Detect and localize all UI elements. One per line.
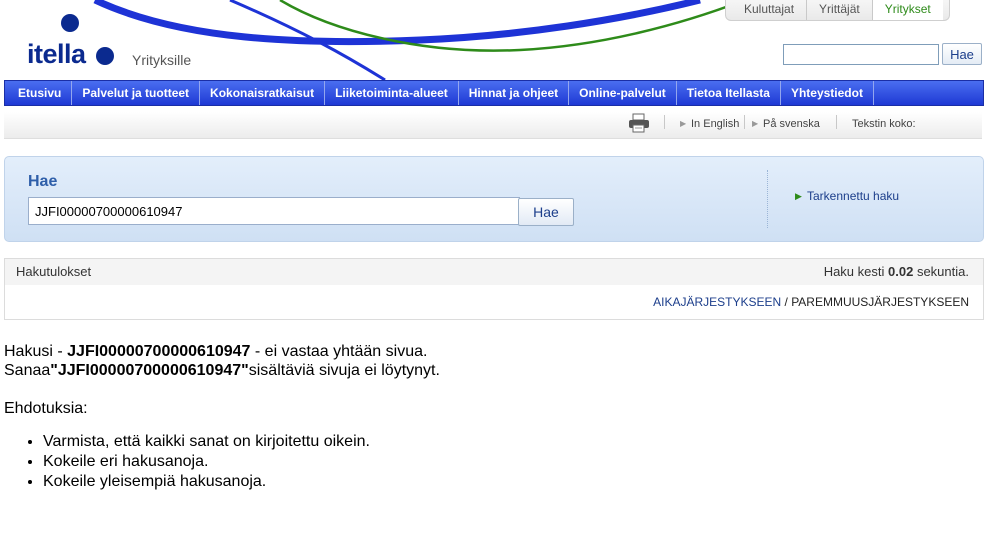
nav-item-yhteystiedot[interactable]: Yhteystiedot — [781, 81, 874, 105]
nav-item-etusivu[interactable]: Etusivu — [5, 81, 73, 105]
duration-suffix: sekuntia. — [916, 264, 969, 279]
nav-item-palvelut[interactable]: Palvelut ja tuotteet — [72, 81, 201, 105]
utility-separator — [744, 115, 745, 129]
header-search-input[interactable] — [783, 44, 939, 65]
printer-icon[interactable] — [628, 113, 650, 133]
chevron-right-icon: ▶ — [680, 119, 687, 128]
logo-ball — [96, 47, 114, 65]
audience-tabs: Kuluttajat Yrittäjät Yritykset — [725, 0, 950, 21]
list-item: Kokeile yleisempiä hakusanoja. — [43, 472, 370, 492]
search-title: Hae — [28, 173, 58, 190]
message-text: - ei vastaa yhtään sivua. — [254, 343, 428, 360]
header-search-button[interactable]: Hae — [942, 43, 982, 65]
utility-separator — [664, 115, 665, 129]
nav-item-hinnat[interactable]: Hinnat ja ohjeet — [459, 81, 570, 105]
duration-value: 0.02 — [888, 264, 914, 279]
sort-options: AIKAJÄRJESTYKSEEN / PAREMMUUSJÄRJESTYKSE… — [653, 295, 969, 309]
message-term: JJFI00000700000610947 — [67, 343, 251, 360]
blue-swoosh — [93, 0, 701, 46]
search-duration: Haku kesti 0.02 sekuntia. — [824, 264, 969, 279]
chevron-right-icon: ▶ — [752, 119, 759, 128]
list-item: Kokeile eri hakusanoja. — [43, 452, 370, 472]
logo-wordmark[interactable]: itella — [27, 38, 86, 70]
logo-dot — [61, 14, 79, 32]
results-title: Hakutulokset — [16, 264, 92, 279]
nav-item-kokonaisratkaisut[interactable]: Kokonaisratkaisut — [200, 81, 326, 105]
nav-item-liiketoiminta[interactable]: Liiketoiminta-alueet — [325, 81, 459, 105]
suggestions-title: Ehdotuksia: — [4, 400, 88, 417]
tab-yrittajat[interactable]: Yrittäjät — [807, 0, 873, 20]
advanced-search-link[interactable]: Tarkennettu haku — [807, 189, 899, 203]
panel-divider — [767, 170, 768, 228]
message-text: sisältäviä sivuja ei löytynyt. — [248, 362, 440, 379]
tab-yritykset[interactable]: Yritykset — [872, 0, 943, 20]
message-term: "JJFI00000700000610947" — [50, 362, 249, 379]
link-in-english[interactable]: In English — [691, 117, 739, 131]
no-results-message: Hakusi - JJFI00000700000610947 - ei vast… — [4, 342, 427, 361]
sort-by-relevance: PAREMMUUSJÄRJESTYKSEEN — [791, 295, 969, 309]
no-pages-message: Sanaa"JJFI00000700000610947"sisältäviä s… — [4, 361, 440, 380]
search-input[interactable] — [28, 197, 520, 225]
chevron-right-icon: ▶ — [795, 191, 802, 201]
suggestions-list: Varmista, että kaikki sanat on kirjoitet… — [24, 432, 370, 492]
duration-prefix: Haku kesti — [823, 264, 885, 279]
message-text: Hakusi - — [4, 343, 63, 360]
sort-by-date-link[interactable]: AIKAJÄRJESTYKSEEN — [653, 295, 781, 309]
nav-item-tietoa[interactable]: Tietoa Itellasta — [677, 81, 781, 105]
search-button[interactable]: Hae — [518, 198, 574, 226]
nav-item-online[interactable]: Online-palvelut — [569, 81, 677, 105]
sort-separator: / — [784, 295, 788, 309]
logo-tagline: Yrityksille — [132, 52, 192, 68]
link-pa-svenska[interactable]: På svenska — [763, 117, 820, 131]
tab-kuluttajat[interactable]: Kuluttajat — [732, 0, 808, 20]
message-text: Sanaa — [4, 362, 51, 379]
list-item: Varmista, että kaikki sanat on kirjoitet… — [43, 432, 370, 452]
utility-separator — [836, 115, 837, 129]
text-size-label: Tekstin koko: — [852, 118, 916, 130]
main-nav: Etusivu Palvelut ja tuotteet Kokonaisrat… — [4, 80, 984, 106]
